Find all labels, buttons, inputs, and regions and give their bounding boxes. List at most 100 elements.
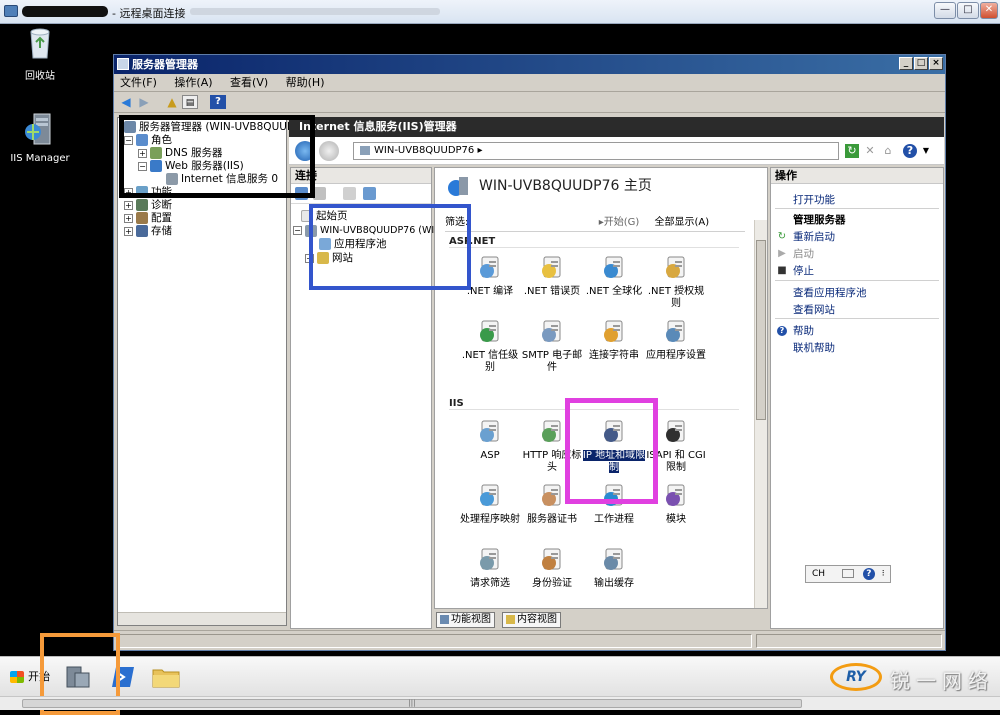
action-help[interactable]: 帮助 xyxy=(793,323,814,338)
forward-arrow-icon[interactable]: ▶ xyxy=(136,95,152,109)
tab-content-view[interactable]: 内容视图 xyxy=(502,612,561,628)
conn-item-sites[interactable]: + 网站 xyxy=(305,252,353,265)
expand-icon[interactable]: + xyxy=(138,148,147,158)
language-help-icon[interactable]: ? xyxy=(862,567,875,580)
menu-help[interactable]: 帮助(H) xyxy=(286,76,325,89)
forward-icon[interactable] xyxy=(319,141,339,161)
menu-view[interactable]: 查看(V) xyxy=(230,76,268,89)
recycle-bin-shortcut[interactable]: 回收站 xyxy=(0,24,80,82)
feature-request-filtering[interactable]: 请求筛选 xyxy=(457,546,523,590)
collapse-icon[interactable]: − xyxy=(138,161,147,171)
remove-connection-icon[interactable] xyxy=(363,187,376,200)
address-field[interactable]: WIN-UVB8QUUDP76 ▸ xyxy=(353,142,839,160)
connect-icon[interactable] xyxy=(295,187,308,200)
tree-item-features[interactable]: + 功能 xyxy=(124,186,172,199)
server-manager-taskbar-icon[interactable] xyxy=(62,661,94,693)
tree-item-dns[interactable]: + DNS 服务器 xyxy=(138,147,222,160)
filter-input[interactable] xyxy=(472,216,582,228)
action-view-app-pools[interactable]: 查看应用程序池 xyxy=(793,285,867,300)
feature-output-caching[interactable]: 输出缓存 xyxy=(581,546,647,590)
tree-item-configuration[interactable]: + 配置 xyxy=(124,212,172,225)
feature-smtp-email[interactable]: SMTP 电子邮件 xyxy=(519,318,585,374)
conn-item-app-pools[interactable]: 应用程序池 xyxy=(319,238,387,251)
home-icon[interactable]: ⌂ xyxy=(881,144,895,158)
expand-icon[interactable]: + xyxy=(305,253,314,263)
conn-item-start-page[interactable]: 起始页 xyxy=(301,210,348,223)
tree-item-storage[interactable]: + 存储 xyxy=(124,225,172,238)
server-home-icon xyxy=(448,177,468,196)
tree-item-roles[interactable]: − 角色 xyxy=(124,134,172,147)
collapse-icon[interactable]: − xyxy=(293,226,302,235)
feature-asp[interactable]: ASP xyxy=(457,418,523,462)
expand-icon[interactable]: + xyxy=(124,213,133,223)
tree-item-server-manager[interactable]: 服务器管理器 (WIN-UVB8QUUDP7 xyxy=(124,121,308,134)
powershell-icon[interactable] xyxy=(108,661,140,693)
rdp-scrollbar-thumb[interactable]: ||| xyxy=(22,699,802,708)
authentication-icon xyxy=(538,546,566,574)
feature-modules[interactable]: 模块 xyxy=(643,482,709,526)
minimize-button[interactable]: — xyxy=(934,2,956,19)
expand-icon[interactable]: + xyxy=(124,226,133,236)
language-options-icon[interactable]: ⁝ xyxy=(882,569,885,579)
tree-item-diagnostics[interactable]: + 诊断 xyxy=(124,199,172,212)
explorer-folder-icon[interactable] xyxy=(150,661,182,693)
up-folder-icon[interactable]: ▲ xyxy=(164,95,180,109)
feature-net-trust-levels[interactable]: .NET 信任级别 xyxy=(457,318,523,374)
menu-file[interactable]: 文件(F) xyxy=(120,76,157,89)
help-icon[interactable]: ? xyxy=(210,95,226,109)
feature-handler-mappings[interactable]: 处理程序映射 xyxy=(457,482,523,526)
start-button[interactable]: 开始 xyxy=(10,665,50,689)
conn-item-server[interactable]: − WIN-UVB8QUUDP76 (WIN xyxy=(293,224,441,237)
filter-label: 筛选: xyxy=(445,217,469,228)
close-button[interactable]: ✕ xyxy=(980,2,998,19)
feature-net-error-pages[interactable]: .NET 错误页 xyxy=(519,254,585,298)
feature-http-response-headers[interactable]: HTTP 响应标头 xyxy=(519,418,585,474)
feature-isapi-cgi-restrictions[interactable]: ISAPI 和 CGI 限制 xyxy=(643,418,709,474)
chevron-down-icon[interactable]: ▼ xyxy=(919,144,933,158)
tab-features-view[interactable]: 功能视图 xyxy=(436,612,495,628)
expand-icon[interactable]: + xyxy=(124,200,133,210)
keyboard-icon[interactable] xyxy=(841,569,854,578)
collapse-icon[interactable]: − xyxy=(124,135,133,145)
sm-minimize-button[interactable]: _ xyxy=(899,57,913,70)
scrollbar-thumb[interactable] xyxy=(756,240,766,420)
feature-net-compilation[interactable]: .NET 编译 xyxy=(457,254,523,298)
iis-manager-shortcut[interactable]: IIS Manager xyxy=(0,110,80,164)
language-indicator[interactable]: CH xyxy=(812,569,825,579)
feature-authentication[interactable]: 身份验证 xyxy=(519,546,585,590)
refresh-icon[interactable]: ↻ xyxy=(845,144,859,158)
tree-item-web-server[interactable]: − Web 服务器(IIS) xyxy=(138,160,244,173)
features-vertical-scrollbar[interactable] xyxy=(754,220,767,608)
show-hide-tree-icon[interactable]: ▤ xyxy=(182,95,198,109)
tree-horizontal-scrollbar[interactable] xyxy=(118,612,286,625)
action-open-feature[interactable]: 打开功能 xyxy=(793,192,835,207)
feature-net-globalization[interactable]: .NET 全球化 xyxy=(581,254,647,298)
back-icon[interactable] xyxy=(295,141,315,161)
tree-item-iis[interactable]: Internet 信息服务 0 xyxy=(166,173,278,186)
feature-worker-processes[interactable]: 工作进程 xyxy=(581,482,647,526)
iis-help-icon[interactable]: ? xyxy=(903,144,917,158)
action-online-help[interactable]: 联机帮助 xyxy=(793,340,835,355)
rdp-horizontal-scrollbar[interactable]: ||| xyxy=(0,696,1000,710)
feature-ip-domain-restrictions[interactable]: IP 地址和域限制 xyxy=(581,418,647,474)
maximize-button[interactable]: □ xyxy=(957,2,979,19)
up-level-icon[interactable] xyxy=(343,187,356,200)
filter-start-button[interactable]: ▸开始(G) xyxy=(599,217,640,228)
expand-icon[interactable]: + xyxy=(124,187,133,197)
sm-maximize-button[interactable]: □ xyxy=(914,57,928,70)
action-restart[interactable]: 重新启动 xyxy=(793,229,835,244)
show-all-button[interactable]: 全部显示(A) xyxy=(655,217,710,228)
feature-net-authorization-rules[interactable]: .NET 授权规则 xyxy=(643,254,709,310)
sm-close-button[interactable]: × xyxy=(929,57,943,70)
back-arrow-icon[interactable]: ◀ xyxy=(118,95,134,109)
action-stop[interactable]: 停止 xyxy=(793,263,814,278)
stop-icon[interactable]: ✕ xyxy=(863,144,877,158)
sites-icon xyxy=(317,252,329,264)
feature-app-settings[interactable]: 应用程序设置 xyxy=(643,318,709,362)
save-icon[interactable] xyxy=(313,187,326,200)
menu-action[interactable]: 操作(A) xyxy=(174,76,212,89)
action-view-sites[interactable]: 查看网站 xyxy=(793,302,835,317)
language-bar[interactable]: CH ? ⁝ xyxy=(805,565,891,583)
feature-server-certificates[interactable]: 服务器证书 xyxy=(519,482,585,526)
feature-connection-strings[interactable]: 连接字符串 xyxy=(581,318,647,362)
